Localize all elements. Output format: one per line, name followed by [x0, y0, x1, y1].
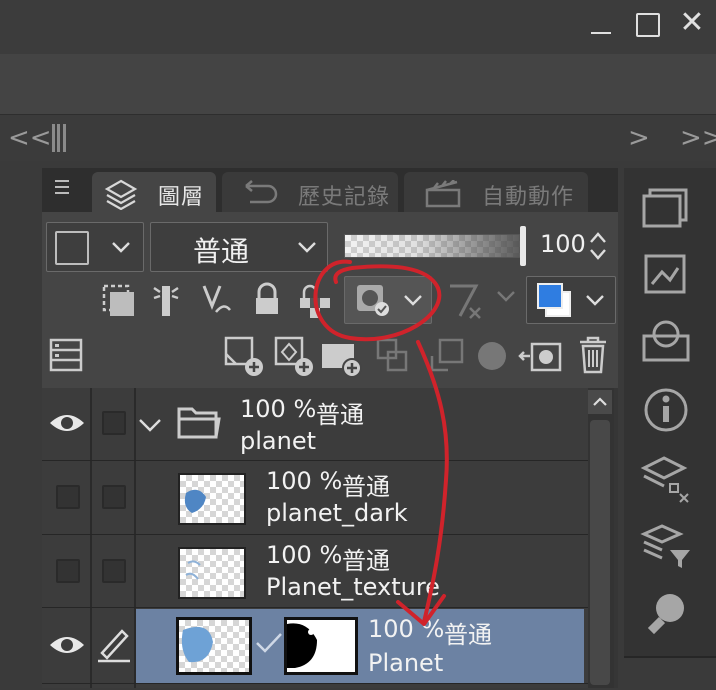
red-annotation-overlay: [313, 259, 449, 626]
annotation-arrow-head: [396, 594, 446, 626]
annotation-circle: [313, 259, 442, 342]
annotation-arrow-line: [416, 340, 449, 624]
